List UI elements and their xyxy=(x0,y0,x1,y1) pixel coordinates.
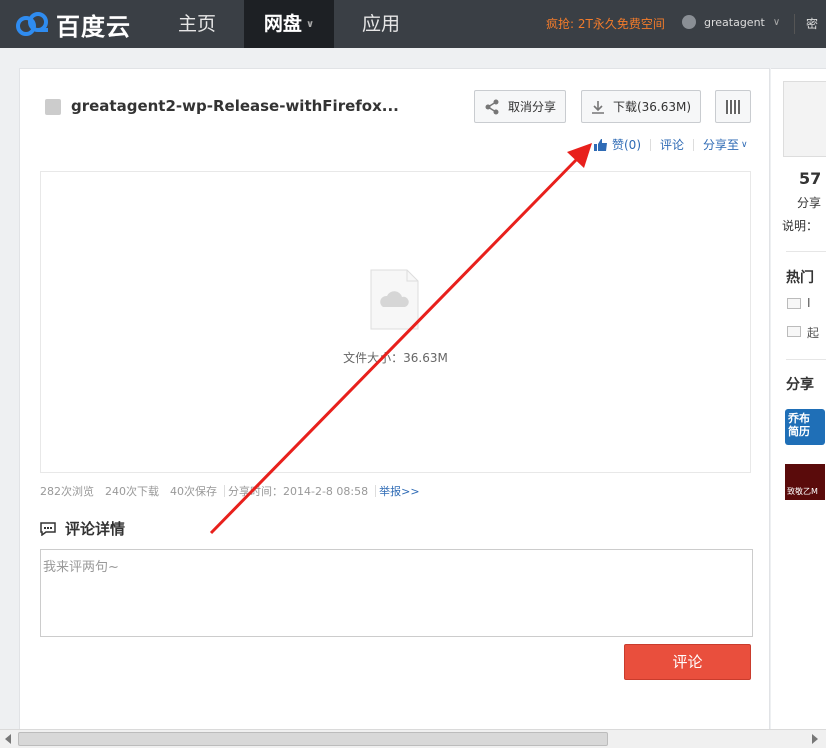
cloud-logo-icon xyxy=(16,12,48,36)
qrcode-icon xyxy=(726,99,740,114)
cancel-share-button[interactable]: 取消分享 xyxy=(474,90,566,123)
logo-text: 百度云 xyxy=(56,12,131,41)
report-link[interactable]: 举报>> xyxy=(379,483,419,499)
top-nav: 百度云 主页 网盘 ∨ 应用 疯抢: 2T永久免费空间 greatagent ∨ … xyxy=(0,0,826,48)
divider xyxy=(786,251,826,252)
hot-item[interactable]: 起 xyxy=(807,324,819,341)
file-actions: 赞(0) 评论 分享至 ∨ xyxy=(594,136,748,153)
hot-heading: 热门 xyxy=(786,270,814,286)
sharer-avatar[interactable] xyxy=(783,81,826,157)
nav-netdisk[interactable]: 网盘 ∨ xyxy=(244,0,334,48)
nav-right-item[interactable]: 密 xyxy=(806,15,818,32)
share-icon xyxy=(484,99,500,115)
cloud-file-icon xyxy=(370,269,419,330)
file-icon xyxy=(787,298,801,309)
comments-heading: 评论详情 xyxy=(40,518,125,539)
submit-comment-button[interactable]: 评论 xyxy=(624,644,751,680)
nav-netdisk-label: 网盘 xyxy=(263,13,302,35)
file-icon xyxy=(787,326,801,337)
sharer-description: 说明： xyxy=(782,219,819,233)
comment-link[interactable]: 评论 xyxy=(660,136,684,153)
scroll-left-icon[interactable] xyxy=(5,734,11,744)
scrollbar-thumb[interactable] xyxy=(18,732,608,746)
save-count: 40次保存 xyxy=(170,485,217,498)
share-to-link[interactable]: 分享至 xyxy=(703,136,739,153)
sharer-label: 分享 xyxy=(797,196,822,210)
file-share-panel: greatagent2-wp-Release-withFirefox... 取消… xyxy=(19,68,770,730)
baidu-yun-logo[interactable]: 百度云 xyxy=(14,8,131,41)
sharer-sidebar: 57 分享 说明： 热门 I 起 分享 乔布 简历 致敬乙M xyxy=(771,68,826,730)
user-menu[interactable]: greatagent ∨ xyxy=(682,15,780,29)
hot-item[interactable]: I xyxy=(807,296,811,310)
username: greatagent xyxy=(704,15,765,29)
download-count: 240次下载 xyxy=(105,485,159,498)
promo-link[interactable]: 疯抢: 2T永久免费空间 xyxy=(546,15,665,32)
divider xyxy=(650,138,651,151)
chevron-down-icon: ∨ xyxy=(772,16,781,28)
share-heading: 分享 xyxy=(786,377,814,393)
like-link[interactable]: 赞(0) xyxy=(612,136,641,153)
divider xyxy=(693,138,695,151)
thumbs-up-icon xyxy=(594,138,607,151)
divider xyxy=(786,359,826,360)
qrcode-button[interactable] xyxy=(715,90,751,123)
download-label: 下载(36.63M) xyxy=(612,100,692,114)
nav-divider xyxy=(794,14,795,34)
share-thumbnail[interactable]: 乔布 简历 xyxy=(785,409,825,445)
share-time: 分享时间：2014-2-8 08:58 xyxy=(228,485,369,498)
file-stats: 282次浏览 240次下载 40次保存 分享时间：2014-2-8 08:58 … xyxy=(40,483,431,499)
horizontal-scrollbar[interactable] xyxy=(0,729,826,748)
comments-heading-text: 评论详情 xyxy=(65,520,126,538)
file-title: greatagent2-wp-Release-withFirefox... xyxy=(71,97,399,115)
file-size-label: 文件大小：36.63M xyxy=(343,351,448,365)
file-type-icon xyxy=(45,99,61,115)
view-count: 282次浏览 xyxy=(40,485,94,498)
sharer-count: 57 xyxy=(799,169,822,188)
cancel-share-label: 取消分享 xyxy=(507,100,556,114)
comment-icon xyxy=(40,521,56,536)
chevron-down-icon: ∨ xyxy=(741,139,748,150)
comment-input[interactable]: 我来评两句~ xyxy=(40,549,753,637)
download-button[interactable]: 下载(36.63M) xyxy=(581,90,701,123)
share-thumbnail[interactable]: 致敬乙M xyxy=(785,464,825,500)
divider xyxy=(224,485,225,497)
chevron-down-icon: ∨ xyxy=(305,18,315,30)
nav-apps[interactable]: 应用 xyxy=(334,0,428,48)
download-icon xyxy=(591,100,605,114)
divider xyxy=(375,485,377,497)
avatar xyxy=(682,15,696,29)
nav-home[interactable]: 主页 xyxy=(150,0,244,48)
scroll-right-icon[interactable] xyxy=(812,734,818,744)
file-preview: 文件大小：36.63M xyxy=(40,171,751,473)
